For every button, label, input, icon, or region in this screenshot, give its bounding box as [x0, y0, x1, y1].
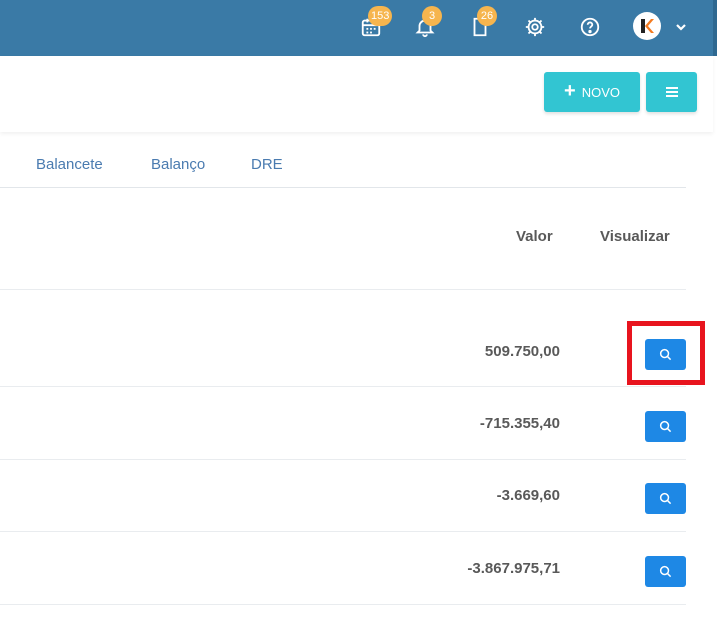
user-avatar[interactable]	[633, 12, 661, 40]
row-divider	[0, 604, 686, 605]
help-button[interactable]	[577, 14, 603, 40]
gear-icon	[525, 17, 545, 37]
help-icon	[580, 17, 600, 37]
column-header-visualizar: Visualizar	[600, 228, 670, 245]
logo-k-icon	[641, 19, 654, 33]
calendar-button[interactable]: 153	[358, 6, 393, 40]
novo-button[interactable]: + NOVO	[544, 72, 640, 112]
user-menu-toggle[interactable]	[672, 18, 690, 36]
calendar-badge: 153	[368, 6, 393, 26]
row-value: -3.669,60	[496, 487, 560, 504]
chevron-down-icon	[676, 24, 686, 31]
novo-button-label: NOVO	[581, 84, 620, 100]
row-divider	[0, 459, 686, 460]
search-icon	[659, 492, 672, 505]
search-icon	[659, 565, 672, 578]
documents-badge: 26	[477, 6, 497, 26]
notifications-badge: 3	[422, 6, 442, 26]
header-divider	[0, 289, 686, 290]
settings-button[interactable]	[522, 14, 548, 40]
action-bar: + NOVO	[0, 56, 713, 132]
tab-balanco[interactable]: Balanço	[151, 156, 205, 173]
plus-icon: +	[564, 80, 576, 102]
column-header-valor: Valor	[516, 228, 553, 245]
row-value: -3.867.975,71	[467, 560, 560, 577]
view-button[interactable]	[645, 483, 686, 514]
tab-dre[interactable]: DRE	[251, 156, 283, 173]
top-bar: 153 3 26	[0, 0, 717, 56]
search-icon	[659, 420, 672, 433]
notifications-button[interactable]: 3	[412, 6, 442, 40]
hamburger-icon	[665, 87, 678, 97]
report-tabs: Balancete Balanço DRE	[0, 148, 686, 188]
highlight-box	[627, 321, 705, 385]
menu-button[interactable]	[646, 72, 697, 112]
documents-button[interactable]: 26	[467, 6, 497, 40]
view-button[interactable]	[645, 411, 686, 442]
row-divider	[0, 386, 686, 387]
row-value: 509.750,00	[484, 343, 560, 360]
view-button[interactable]	[645, 556, 686, 587]
tab-balancete[interactable]: Balancete	[36, 156, 103, 173]
top-bar-edge	[713, 0, 717, 56]
row-divider	[0, 531, 686, 532]
row-value: -715.355,40	[479, 415, 560, 432]
